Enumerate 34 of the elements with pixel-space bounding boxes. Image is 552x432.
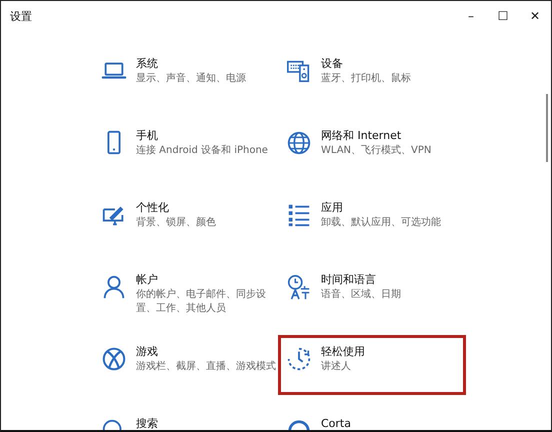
category-description: 显示、声音、通知、电源 xyxy=(136,72,246,86)
category-title[interactable]: 应用 xyxy=(321,201,343,215)
category-description: 蓝牙、打印机、鼠标 xyxy=(321,72,411,86)
window-title: 设置 xyxy=(9,8,33,24)
category-description: 卸载、默认应用、可选功能 xyxy=(321,216,441,230)
category-description: 讲述人 xyxy=(321,360,351,374)
category-title[interactable]: 系统 xyxy=(136,57,158,71)
category-title[interactable]: 搜索 xyxy=(136,417,158,430)
category-description: 背景、锁屏、颜色 xyxy=(136,216,216,230)
minimize-button[interactable]: – xyxy=(455,1,487,31)
category-title[interactable]: 游戏 xyxy=(136,345,158,359)
close-button[interactable]: ✕ xyxy=(519,1,551,31)
category-title[interactable]: 手机 xyxy=(136,129,158,143)
category-title[interactable]: 时间和语言 xyxy=(321,273,376,287)
category-title[interactable]: 轻松使用 xyxy=(321,345,365,359)
person-icon xyxy=(101,274,127,300)
maximize-button[interactable]: ☐ xyxy=(487,1,519,31)
keyboard-speaker-icon xyxy=(286,58,312,84)
category-title[interactable]: 网络和 Internet xyxy=(321,129,402,143)
clock-letter-icon xyxy=(286,274,312,300)
category-description: 语音、区域、日期 xyxy=(321,288,401,302)
category-title[interactable]: 个性化 xyxy=(136,201,169,215)
scrollbar-thumb[interactable] xyxy=(546,94,548,162)
x-circle-icon xyxy=(101,346,127,372)
list-icon xyxy=(286,202,312,228)
category-description: 连接 Android 设备和 iPhone xyxy=(136,144,268,158)
dashed-clock-icon xyxy=(286,346,312,372)
category-title[interactable]: Corta xyxy=(321,417,351,430)
category-title[interactable]: 设备 xyxy=(321,57,343,71)
globe-icon xyxy=(286,130,312,156)
category-title[interactable]: 帐户 xyxy=(136,273,158,287)
category-description: WLAN、飞行模式、VPN xyxy=(321,144,432,158)
category-description: 游戏栏、截屏、直播、游戏模式 xyxy=(136,360,276,374)
category-description: 你的帐户、电子邮件、同步设置、工作、其他人员 xyxy=(136,288,267,316)
